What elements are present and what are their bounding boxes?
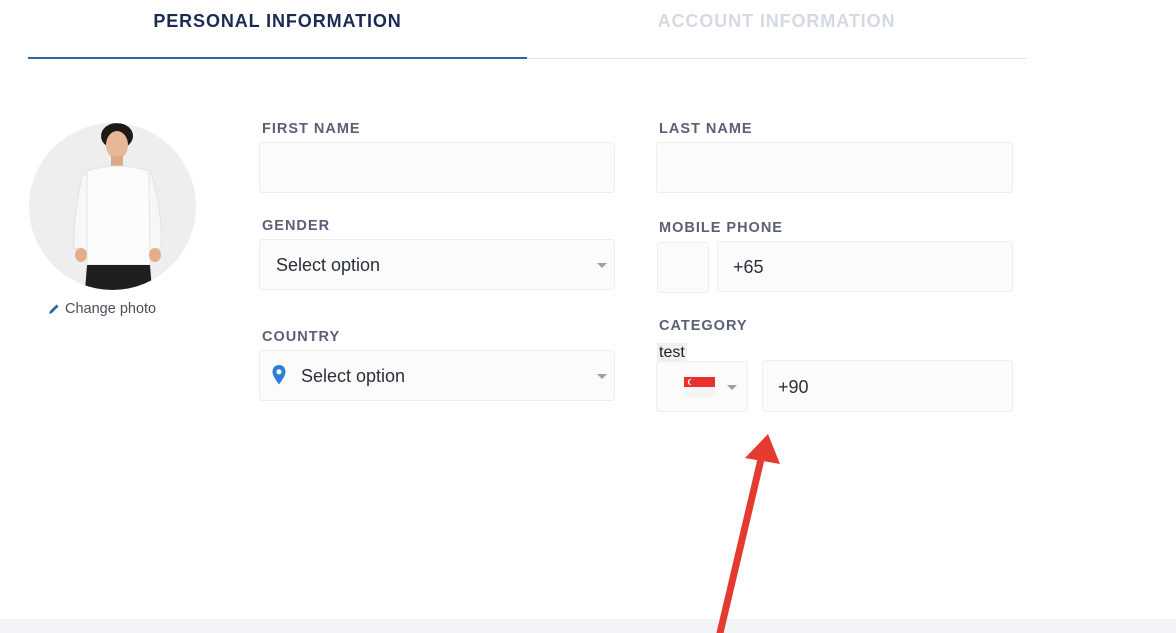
avatar-person-image bbox=[73, 123, 162, 290]
tab-personal-label: PERSONAL INFORMATION bbox=[153, 11, 402, 31]
tab-bar: PERSONAL INFORMATION ACCOUNT INFORMATION bbox=[28, 0, 1027, 60]
location-pin-icon bbox=[272, 365, 286, 385]
mobile-phone-prefix: +65 bbox=[733, 257, 764, 277]
last-name-input[interactable] bbox=[656, 142, 1013, 193]
change-photo-link[interactable]: Change photo bbox=[48, 300, 156, 318]
personal-info-form-page: PERSONAL INFORMATION ACCOUNT INFORMATION bbox=[0, 0, 1176, 633]
mobile-phone-label: MOBILE PHONE bbox=[659, 220, 783, 236]
active-tab-indicator bbox=[28, 57, 527, 59]
country-select[interactable]: Select option bbox=[259, 350, 615, 401]
category-country-select[interactable] bbox=[656, 361, 748, 412]
pencil-icon bbox=[49, 304, 59, 314]
change-photo-label: Change photo bbox=[65, 301, 157, 317]
first-name-input[interactable] bbox=[259, 142, 615, 193]
tab-divider bbox=[527, 58, 1027, 59]
country-label: COUNTRY bbox=[262, 329, 341, 345]
annotation-arrow bbox=[716, 434, 780, 633]
avatar[interactable] bbox=[29, 123, 196, 290]
first-name-label: FIRST NAME bbox=[262, 121, 361, 137]
category-tag: test bbox=[657, 343, 687, 362]
gender-label: GENDER bbox=[262, 218, 331, 234]
gender-select[interactable]: Select option bbox=[259, 239, 615, 290]
singapore-flag-icon bbox=[684, 377, 715, 397]
mobile-phone-input[interactable]: +65 bbox=[717, 241, 1013, 292]
category-prefix: +90 bbox=[778, 377, 809, 397]
footer-band bbox=[0, 619, 1176, 633]
last-name-label: LAST NAME bbox=[659, 121, 753, 137]
category-input[interactable]: +90 bbox=[762, 360, 1013, 412]
mobile-phone-country-select[interactable] bbox=[657, 242, 709, 293]
tab-account-label: ACCOUNT INFORMATION bbox=[657, 11, 896, 31]
category-label: CATEGORY bbox=[659, 318, 748, 334]
caret-down-icon bbox=[597, 263, 607, 268]
gender-selected-value: Select option bbox=[276, 255, 381, 275]
caret-down-icon bbox=[597, 374, 607, 379]
tab-personal-information[interactable]: PERSONAL INFORMATION bbox=[28, 0, 527, 58]
caret-down-icon bbox=[727, 385, 737, 390]
tab-account-information[interactable]: ACCOUNT INFORMATION bbox=[527, 0, 1026, 58]
country-selected-value: Select option bbox=[301, 366, 406, 386]
